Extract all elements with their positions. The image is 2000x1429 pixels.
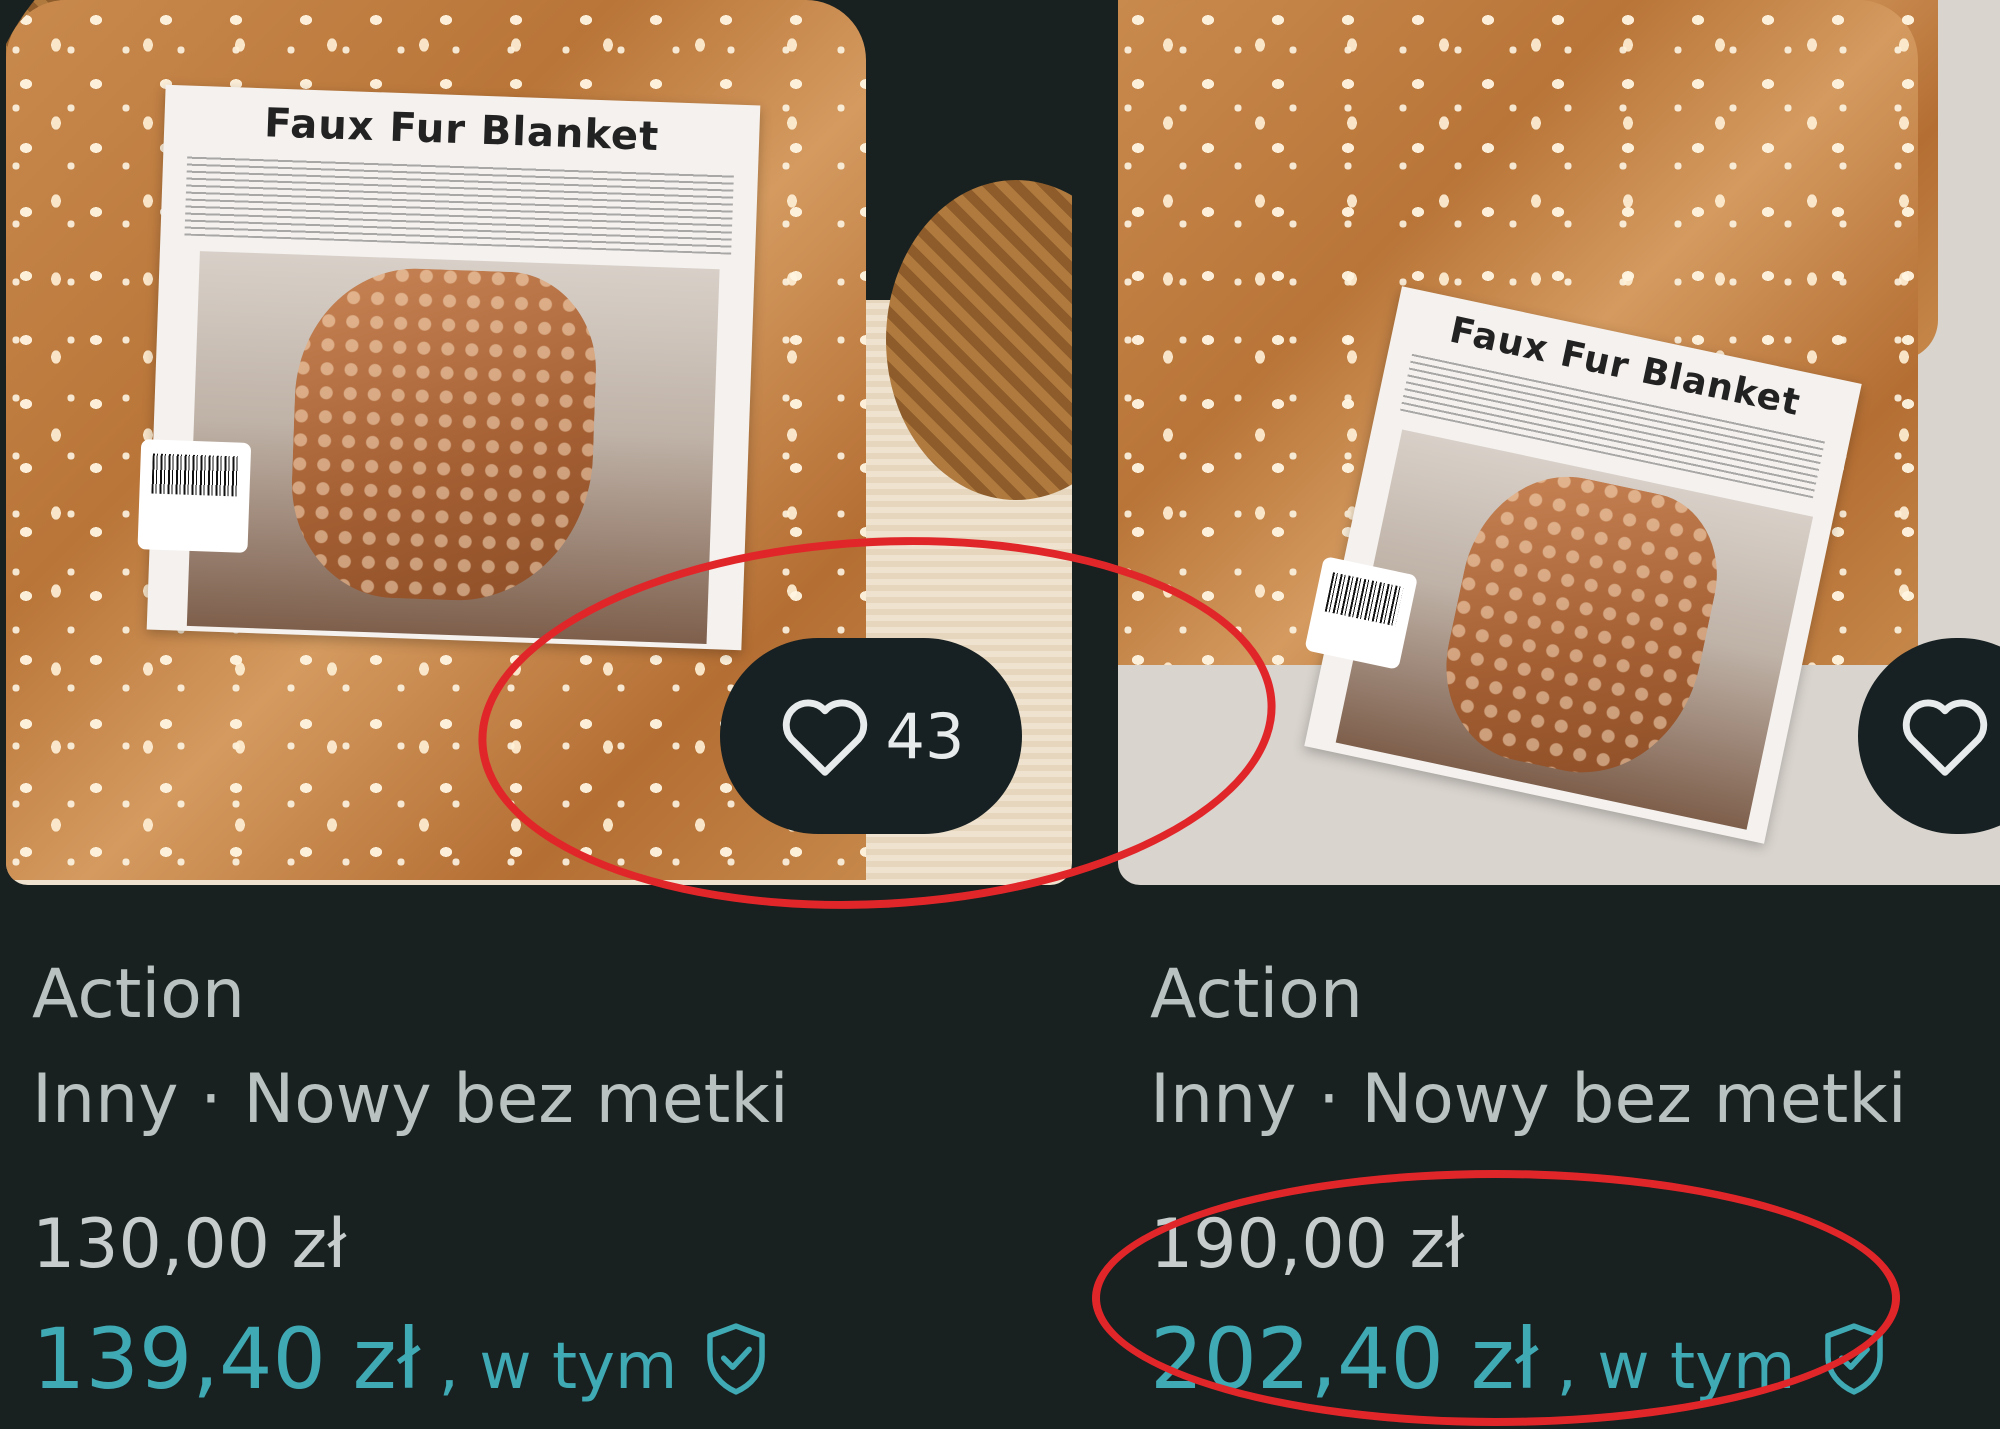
listing-size-condition: Inny · Nowy bez metki xyxy=(32,1060,789,1139)
listing-total-price-row[interactable]: 202,40 zł , w tym xyxy=(1150,1310,1887,1408)
favorite-button[interactable]: 43 xyxy=(720,638,1022,834)
package-blanket-image xyxy=(287,264,600,605)
listing-price: 130,00 zł xyxy=(32,1205,347,1284)
listing-total-price: 139,40 zł xyxy=(32,1310,421,1408)
heart-outline-icon xyxy=(1902,699,1988,776)
barcode-sticker xyxy=(137,439,252,553)
listing-brand: Action xyxy=(32,955,245,1034)
package-fine-print xyxy=(184,155,734,255)
listing-size-condition: Inny · Nowy bez metki xyxy=(1150,1060,1907,1139)
included-fees-label: , w tym xyxy=(1556,1330,1796,1404)
favorite-count: 43 xyxy=(885,699,965,773)
shield-check-icon[interactable] xyxy=(703,1322,769,1396)
listing-brand: Action xyxy=(1150,955,1363,1034)
blanket-package-label: Faux Fur Blanket xyxy=(137,84,761,651)
listing-total-price: 202,40 zł xyxy=(1150,1310,1539,1408)
included-fees-label: , w tym xyxy=(438,1330,678,1404)
barcode-sticker xyxy=(1304,555,1419,670)
listing-photo[interactable]: Faux Fur Blanket xyxy=(1118,0,2000,885)
blanket-package-label: Faux Fur Blanket xyxy=(1304,286,1862,844)
package-title: Faux Fur Blanket xyxy=(263,100,661,161)
shield-check-icon[interactable] xyxy=(1821,1322,1887,1396)
heart-outline-icon xyxy=(782,699,867,776)
listing-photo[interactable]: Faux Fur Blanket 43 xyxy=(6,0,1072,885)
listing-price: 190,00 zł xyxy=(1150,1205,1465,1284)
listing-total-price-row[interactable]: 139,40 zł , w tym xyxy=(32,1310,769,1408)
